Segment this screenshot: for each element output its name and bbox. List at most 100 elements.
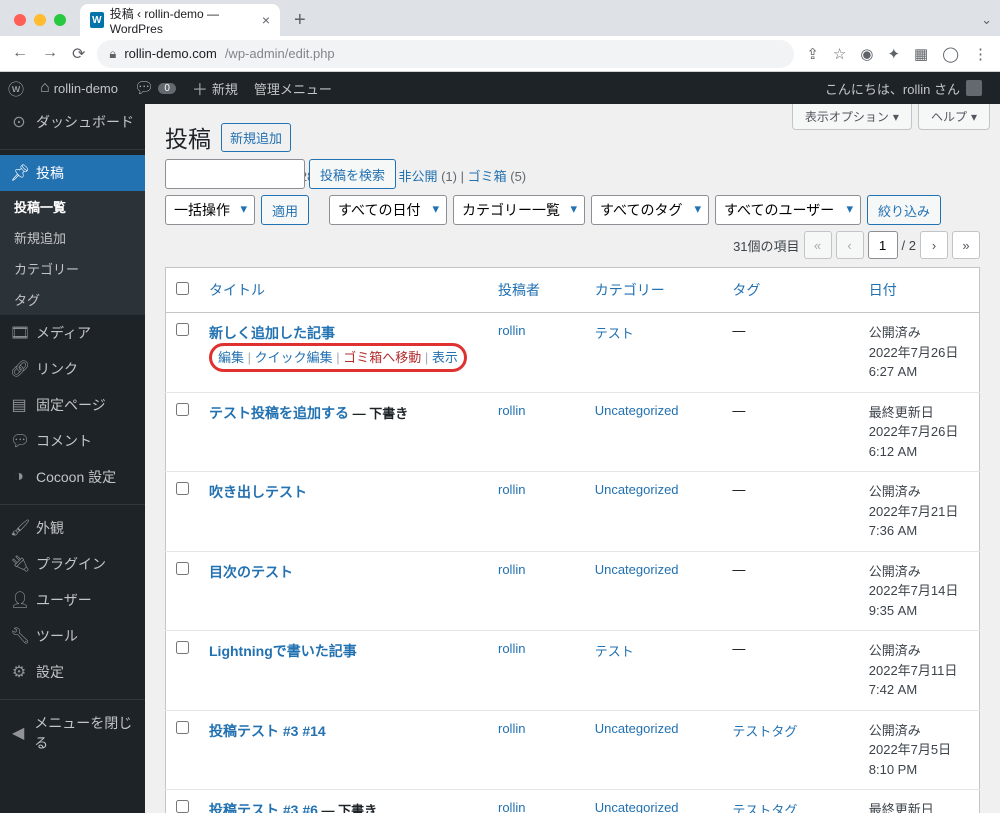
- author-link[interactable]: rollin: [498, 800, 525, 813]
- sidebar-sub-all-posts[interactable]: 投稿一覧: [0, 191, 145, 222]
- bulk-action-select[interactable]: 一括操作: [165, 195, 255, 225]
- mac-window-controls[interactable]: [8, 14, 72, 26]
- post-title-link[interactable]: 目次のテスト: [209, 564, 293, 580]
- search-input[interactable]: [165, 159, 305, 189]
- comments-link[interactable]: 💬︎0: [126, 72, 184, 104]
- author-link[interactable]: rollin: [498, 721, 525, 736]
- category-link[interactable]: Uncategorized: [595, 800, 679, 813]
- filter-trash-link[interactable]: ゴミ箱: [468, 169, 507, 184]
- close-window-icon[interactable]: [14, 14, 26, 26]
- column-header-title[interactable]: タイトル: [209, 282, 265, 298]
- tab-close-icon[interactable]: ×: [258, 12, 270, 28]
- sidebar-item-plugins[interactable]: 🔌︎プラグイン: [0, 546, 145, 582]
- row-checkbox[interactable]: [176, 562, 189, 575]
- back-button[interactable]: ←: [12, 44, 28, 64]
- camera-icon[interactable]: ◉: [860, 45, 873, 63]
- post-title-link[interactable]: 投稿テスト #3 #6: [209, 802, 318, 813]
- add-new-button[interactable]: 新規追加: [221, 123, 291, 152]
- row-checkbox[interactable]: [176, 482, 189, 495]
- row-checkbox[interactable]: [176, 323, 189, 336]
- wp-logo[interactable]: ⓦ: [0, 72, 32, 104]
- sidebar-item-media[interactable]: 🎞︎メディア: [0, 315, 145, 351]
- category-link[interactable]: Uncategorized: [595, 562, 679, 577]
- post-title-link[interactable]: Lightningで書いた記事: [209, 643, 357, 659]
- sidebar-item-dashboard[interactable]: ⊙ダッシュボード: [0, 104, 145, 140]
- author-link[interactable]: rollin: [498, 482, 525, 497]
- sidebar-item-posts[interactable]: 📌︎投稿: [0, 155, 145, 191]
- page-number-input[interactable]: [868, 231, 898, 259]
- select-all-checkbox[interactable]: [176, 282, 189, 295]
- browser-tab[interactable]: W 投稿 ‹ rollin-demo — WordPres ×: [80, 4, 280, 36]
- category-filter-select[interactable]: カテゴリー一覧: [453, 195, 585, 225]
- filter-button[interactable]: 絞り込み: [867, 195, 941, 225]
- bookmark-icon[interactable]: ☆: [833, 45, 846, 63]
- category-link[interactable]: テスト: [595, 326, 634, 341]
- post-title-link[interactable]: 投稿テスト #3 #14: [209, 723, 326, 739]
- sidebar-item-settings[interactable]: ⚙︎設定: [0, 654, 145, 690]
- search-button[interactable]: 投稿を検索: [309, 159, 396, 189]
- category-link[interactable]: テスト: [595, 644, 634, 659]
- author-link[interactable]: rollin: [498, 403, 525, 418]
- first-page-button[interactable]: «: [804, 231, 832, 259]
- howdy-link[interactable]: こんにちは、rollin さん: [817, 72, 990, 104]
- tag-link[interactable]: テストタグ: [732, 724, 797, 739]
- sidebar-item-users[interactable]: 👤︎ユーザー: [0, 582, 145, 618]
- date-filter-select[interactable]: すべての日付: [329, 195, 447, 225]
- row-view-link[interactable]: 表示: [432, 350, 458, 365]
- row-checkbox[interactable]: [176, 403, 189, 416]
- category-link[interactable]: Uncategorized: [595, 482, 679, 497]
- tag-filter-select[interactable]: すべてのタグ: [591, 195, 709, 225]
- tag-empty: —: [732, 323, 745, 338]
- sidebar-item-comments[interactable]: 💬︎コメント: [0, 423, 145, 459]
- author-link[interactable]: rollin: [498, 323, 525, 338]
- site-name-link[interactable]: ⌂rollin-demo: [32, 72, 126, 104]
- last-page-button[interactable]: »: [952, 231, 980, 259]
- row-checkbox[interactable]: [176, 721, 189, 734]
- sidebar-sub-tags[interactable]: タグ: [0, 284, 145, 315]
- screen-options-button[interactable]: 表示オプション ▾: [792, 104, 912, 130]
- tag-link[interactable]: テストタグ: [732, 803, 797, 813]
- share-icon[interactable]: ⇪: [806, 45, 819, 63]
- category-link[interactable]: Uncategorized: [595, 403, 679, 418]
- user-filter-select[interactable]: すべてのユーザー: [715, 195, 861, 225]
- sidebar-item-appearance[interactable]: 🖌︎外観: [0, 510, 145, 546]
- row-checkbox[interactable]: [176, 641, 189, 654]
- new-content-link[interactable]: ＋新規: [184, 72, 246, 104]
- sidebar-item-pages[interactable]: ▤固定ページ: [0, 387, 145, 423]
- chrome-menu-icon[interactable]: ⋮: [973, 45, 988, 63]
- extensions-icon[interactable]: ✦: [887, 45, 900, 63]
- author-link[interactable]: rollin: [498, 562, 525, 577]
- post-title-link[interactable]: テスト投稿を追加する: [209, 405, 349, 421]
- address-bar[interactable]: 🔒︎ rollin-demo.com/wp-admin/edit.php: [97, 40, 794, 68]
- chrome-tabs-chevron-icon[interactable]: ⌄: [981, 12, 992, 28]
- next-page-button[interactable]: ›: [920, 231, 948, 259]
- sidebar-item-tools[interactable]: 🔧︎ツール: [0, 618, 145, 654]
- reload-button[interactable]: ⟳: [72, 44, 85, 64]
- new-tab-button[interactable]: +: [288, 9, 312, 32]
- sidebar-collapse[interactable]: ◀メニューを閉じる: [0, 705, 145, 761]
- prev-page-button[interactable]: ‹: [836, 231, 864, 259]
- manage-menu-link[interactable]: 管理メニュー: [246, 72, 340, 104]
- row-edit-link[interactable]: 編集: [218, 350, 244, 365]
- filter-private-link[interactable]: 非公開: [398, 169, 437, 184]
- author-link[interactable]: rollin: [498, 641, 525, 656]
- help-button[interactable]: ヘルプ ▾: [918, 104, 990, 130]
- sidebar-sub-new-post[interactable]: 新規追加: [0, 222, 145, 253]
- category-link[interactable]: Uncategorized: [595, 721, 679, 736]
- apply-button[interactable]: 適用: [261, 195, 309, 225]
- row-checkbox[interactable]: [176, 800, 189, 813]
- zoom-window-icon[interactable]: [54, 14, 66, 26]
- profile-avatar-icon[interactable]: ◯: [942, 45, 959, 63]
- apps-grid-icon[interactable]: ▦: [914, 45, 928, 63]
- sidebar-item-cocoon[interactable]: ◑Cocoon 設定: [0, 459, 145, 495]
- row-trash-link[interactable]: ゴミ箱へ移動: [343, 350, 421, 365]
- minimize-window-icon[interactable]: [34, 14, 46, 26]
- user-avatar-icon: [966, 80, 982, 96]
- post-title-link[interactable]: 吹き出しテスト: [209, 484, 307, 500]
- sidebar-sub-categories[interactable]: カテゴリー: [0, 253, 145, 284]
- post-title-link[interactable]: 新しく追加した記事: [209, 325, 335, 341]
- forward-button[interactable]: →: [42, 44, 58, 64]
- column-header-date[interactable]: 日付: [869, 282, 897, 298]
- sidebar-item-links[interactable]: 🔗︎リンク: [0, 351, 145, 387]
- row-quickedit-link[interactable]: クイック編集: [255, 350, 333, 365]
